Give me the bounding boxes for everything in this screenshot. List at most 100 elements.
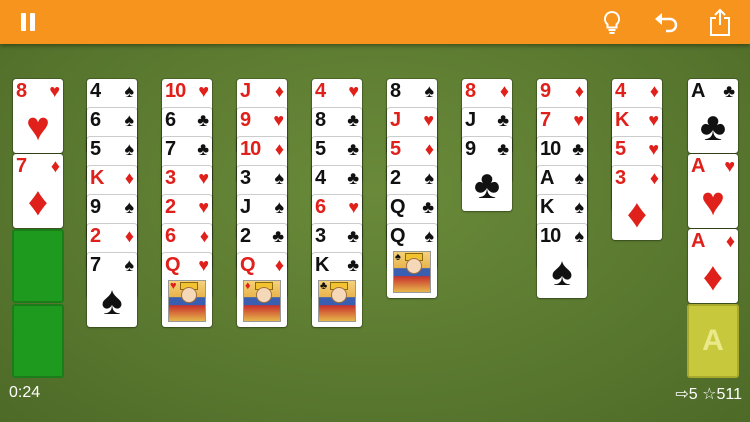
tableau-card[interactable]: K ♣ ♣ (312, 253, 362, 327)
arrow-right-icon: ⇨ (675, 386, 689, 403)
face-card-art: ♦ (243, 280, 281, 322)
hint-button[interactable] (596, 0, 628, 44)
foundation-diamonds[interactable]: A ♦ ♦ (688, 229, 738, 303)
card-center-suit: ♦ (626, 192, 648, 236)
card-suit: ♥ (49, 81, 60, 101)
card-rank: 7 (90, 254, 101, 276)
score-panel: ⇨5 ☆511 (675, 384, 742, 404)
card-rank: 10 (540, 225, 561, 247)
card-suit: ♠ (124, 197, 134, 217)
undo-button[interactable] (650, 0, 684, 44)
card-rank: 2 (390, 167, 401, 189)
card-suit: ♦ (424, 139, 434, 159)
card-suit: ♠ (124, 110, 134, 130)
card-center-suit: ♦ (27, 180, 49, 224)
card-rank: J (240, 80, 251, 102)
tableau-card[interactable]: Q ♦ ♦ (237, 253, 287, 327)
card-rank: 5 (90, 138, 101, 160)
card-center-suit: ♣ (473, 163, 501, 207)
card-suit: ♣ (197, 139, 209, 159)
share-button[interactable] (704, 0, 736, 44)
face-card-suit: ♥ (170, 280, 177, 292)
lightbulb-icon (603, 10, 621, 34)
face-card-suit: ♣ (320, 280, 328, 292)
card-rank: A (691, 230, 705, 252)
score-value: 511 (716, 386, 742, 403)
card-suit: ♦ (124, 168, 134, 188)
tableau-card[interactable]: 10 ♠ ♠ (537, 224, 587, 298)
share-icon (710, 8, 730, 36)
card-suit: ♣ (197, 110, 209, 130)
card-center-suit: ♠ (101, 279, 123, 323)
face-card-suit: ♦ (245, 280, 251, 292)
card-suit: ♠ (124, 81, 134, 101)
card-rank: J (240, 196, 251, 218)
card-center-suit: ♥ (26, 105, 50, 149)
card-suit: ♣ (347, 255, 359, 275)
card-suit: ♠ (124, 139, 134, 159)
card-rank: 8 (315, 109, 326, 131)
free-cell-empty-4[interactable] (12, 304, 64, 378)
card-rank: 8 (465, 80, 476, 102)
card-rank: 6 (315, 196, 326, 218)
card-suit: ♣ (347, 168, 359, 188)
card-rank: 9 (240, 109, 251, 131)
card-suit: ♦ (274, 139, 284, 159)
card-rank: 6 (165, 109, 176, 131)
pause-icon (21, 13, 35, 31)
card-suit: ♠ (574, 168, 584, 188)
card-suit: ♦ (274, 255, 284, 275)
card-rank: 10 (165, 80, 186, 102)
card-suit: ♠ (574, 226, 584, 246)
card-suit: ♥ (198, 197, 209, 217)
card-rank: 4 (615, 80, 626, 102)
foundation-empty-slot[interactable]: A (687, 304, 739, 378)
card-rank: 10 (540, 138, 561, 160)
timer: 0:24 (9, 384, 41, 401)
card-rank: 4 (315, 167, 326, 189)
tableau-card[interactable]: 3 ♦ ♦ (612, 166, 662, 240)
card-suit: ♣ (347, 139, 359, 159)
card-rank: 7 (540, 109, 551, 131)
card-suit: ♥ (348, 81, 359, 101)
card-rank: 3 (165, 167, 176, 189)
card-suit: ♣ (272, 226, 284, 246)
card-suit: ♥ (273, 110, 284, 130)
free-cell-card-1[interactable]: 8 ♥ ♥ (13, 79, 63, 153)
card-rank: 6 (90, 109, 101, 131)
card-rank: 10 (240, 138, 261, 160)
foundation-hearts[interactable]: A ♥ ♥ (688, 154, 738, 228)
card-rank: Q (240, 254, 256, 276)
card-suit: ♥ (198, 255, 209, 275)
foundation-clubs[interactable]: A ♣ ♣ (688, 79, 738, 153)
card-suit: ♦ (649, 81, 659, 101)
moves-count: 5 (688, 386, 698, 403)
card-suit: ♣ (723, 81, 735, 101)
tableau-card[interactable]: Q ♠ ♠ (387, 224, 437, 298)
free-cell-empty-3[interactable] (12, 229, 64, 303)
tableau-card[interactable]: Q ♥ ♥ (162, 253, 212, 327)
top-toolbar (0, 0, 750, 44)
tableau-card[interactable]: 9 ♣ ♣ (462, 137, 512, 211)
face-card-art: ♣ (318, 280, 356, 322)
card-rank: 5 (315, 138, 326, 160)
card-suit: ♥ (423, 110, 434, 130)
card-rank: K (540, 196, 554, 218)
card-rank: 8 (16, 80, 27, 102)
undo-icon (655, 13, 678, 33)
free-cell-card-2[interactable]: 7 ♦ ♦ (13, 154, 63, 228)
card-suit: ♦ (499, 81, 509, 101)
card-center-suit: ♣ (699, 105, 727, 149)
pause-button[interactable] (10, 0, 46, 44)
card-suit: ♠ (274, 168, 284, 188)
card-rank: 9 (465, 138, 476, 160)
card-center-suit: ♠ (551, 250, 573, 294)
card-rank: 3 (615, 167, 626, 189)
card-suit: ♠ (424, 168, 434, 188)
card-rank: 4 (90, 80, 101, 102)
tableau-card[interactable]: 7 ♠ ♠ (87, 253, 137, 327)
face-card-suit: ♠ (395, 251, 401, 263)
card-rank: 7 (16, 155, 27, 177)
card-suit: ♠ (424, 226, 434, 246)
card-rank: 4 (315, 80, 326, 102)
